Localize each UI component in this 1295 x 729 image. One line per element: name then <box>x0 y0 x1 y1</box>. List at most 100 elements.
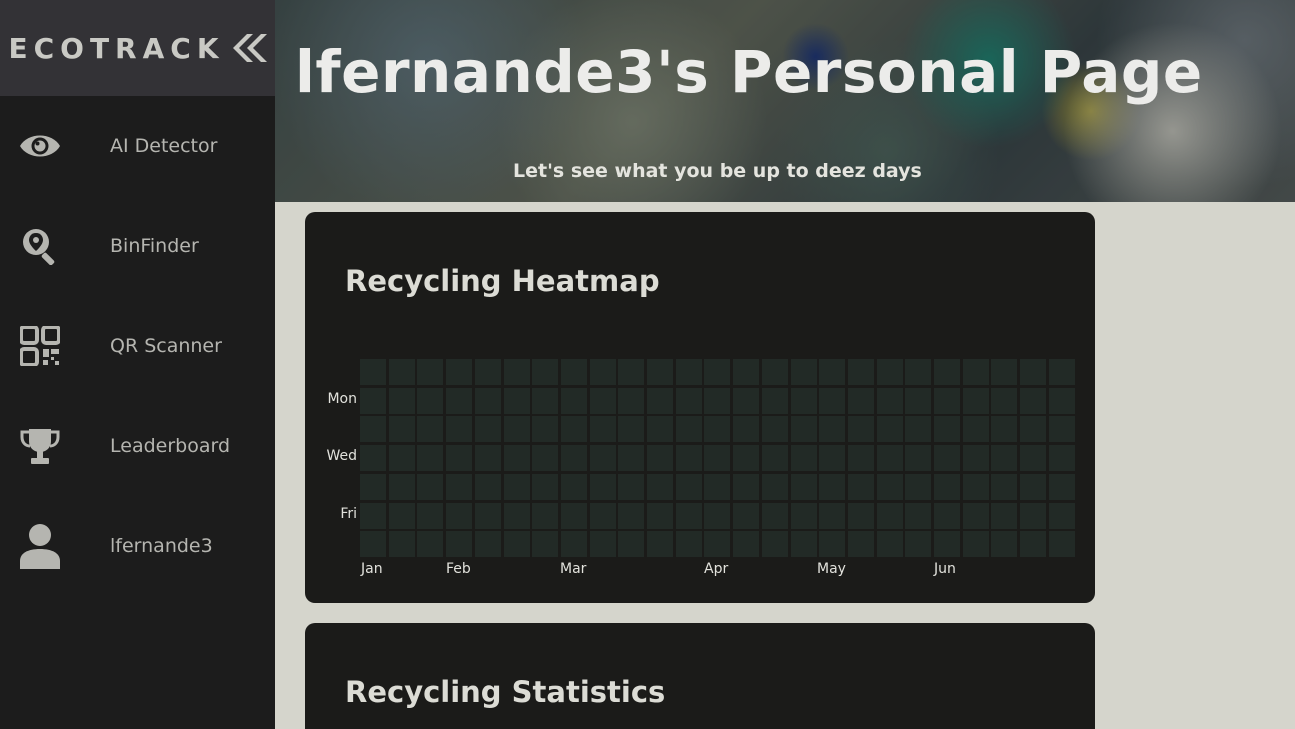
heatmap-cell[interactable] <box>761 445 788 472</box>
heatmap-cell[interactable] <box>532 359 559 385</box>
heatmap-cell[interactable] <box>589 359 616 385</box>
heatmap-cell[interactable] <box>560 359 587 385</box>
heatmap-cell[interactable] <box>704 502 731 529</box>
heatmap-cell[interactable] <box>417 416 444 443</box>
heatmap-cell[interactable] <box>675 359 702 385</box>
heatmap-cell[interactable] <box>647 416 673 443</box>
heatmap-cell[interactable] <box>360 531 386 558</box>
heatmap-cell[interactable] <box>876 359 903 385</box>
heatmap-cell[interactable] <box>761 359 788 385</box>
heatmap-cell[interactable] <box>647 359 673 385</box>
heatmap-cell[interactable] <box>704 531 731 558</box>
heatmap-cell[interactable] <box>560 416 587 443</box>
heatmap-cell[interactable] <box>847 445 874 472</box>
heatmap-cell[interactable] <box>761 416 788 443</box>
heatmap-cell[interactable] <box>905 445 932 472</box>
heatmap-cell[interactable] <box>675 445 702 472</box>
heatmap-cell[interactable] <box>474 531 501 558</box>
heatmap-cell[interactable] <box>360 416 386 443</box>
sidebar-item-profile[interactable]: lfernande3 <box>0 496 275 596</box>
heatmap-cell[interactable] <box>446 445 473 472</box>
heatmap-cell[interactable] <box>704 473 731 500</box>
heatmap-cell[interactable] <box>360 359 386 385</box>
heatmap-cell[interactable] <box>589 502 616 529</box>
heatmap-cell[interactable] <box>417 531 444 558</box>
heatmap-cell[interactable] <box>589 473 616 500</box>
heatmap-cell[interactable] <box>991 502 1018 529</box>
heatmap-cell[interactable] <box>589 445 616 472</box>
heatmap-cell[interactable] <box>819 502 846 529</box>
heatmap-cell[interactable] <box>388 416 415 443</box>
heatmap-cell[interactable] <box>790 445 817 472</box>
heatmap-cell[interactable] <box>876 445 903 472</box>
heatmap-cell[interactable] <box>503 359 530 385</box>
heatmap-cell[interactable] <box>446 531 473 558</box>
heatmap-cell[interactable] <box>1020 473 1047 500</box>
heatmap-cell[interactable] <box>560 502 587 529</box>
heatmap-cell[interactable] <box>733 359 760 385</box>
heatmap-cell[interactable] <box>647 531 673 558</box>
heatmap-cell[interactable] <box>503 416 530 443</box>
heatmap-cell[interactable] <box>1048 416 1075 443</box>
heatmap-cell[interactable] <box>1020 387 1047 414</box>
heatmap-cell[interactable] <box>618 502 645 529</box>
heatmap-cell[interactable] <box>962 531 989 558</box>
heatmap-cell[interactable] <box>503 473 530 500</box>
heatmap-cell[interactable] <box>704 387 731 414</box>
heatmap-cell[interactable] <box>1020 445 1047 472</box>
sidebar-item-binfinder[interactable]: BinFinder <box>0 196 275 296</box>
heatmap-cell[interactable] <box>417 445 444 472</box>
heatmap-cell[interactable] <box>560 387 587 414</box>
heatmap-cell[interactable] <box>675 473 702 500</box>
sidebar-item-qr-scanner[interactable]: QR Scanner <box>0 296 275 396</box>
heatmap-cell[interactable] <box>934 531 960 558</box>
heatmap-cell[interactable] <box>1048 473 1075 500</box>
heatmap-cell[interactable] <box>474 359 501 385</box>
heatmap-cell[interactable] <box>589 531 616 558</box>
heatmap-cell[interactable] <box>388 359 415 385</box>
heatmap-cell[interactable] <box>360 445 386 472</box>
heatmap-cell[interactable] <box>474 445 501 472</box>
heatmap-cell[interactable] <box>733 387 760 414</box>
heatmap-cell[interactable] <box>876 387 903 414</box>
heatmap-cell[interactable] <box>503 502 530 529</box>
heatmap-cell[interactable] <box>790 387 817 414</box>
heatmap-cell[interactable] <box>675 416 702 443</box>
heatmap-cell[interactable] <box>618 473 645 500</box>
logo[interactable]: ECOTRACK <box>0 0 275 96</box>
heatmap-cell[interactable] <box>991 445 1018 472</box>
heatmap-cell[interactable] <box>360 502 386 529</box>
heatmap-cell[interactable] <box>618 387 645 414</box>
heatmap-cell[interactable] <box>1048 531 1075 558</box>
heatmap-cell[interactable] <box>819 387 846 414</box>
heatmap-cell[interactable] <box>388 445 415 472</box>
heatmap-cell[interactable] <box>532 445 559 472</box>
heatmap-cell[interactable] <box>790 473 817 500</box>
heatmap-cell[interactable] <box>647 387 673 414</box>
heatmap-cell[interactable] <box>417 359 444 385</box>
heatmap-cell[interactable] <box>1048 359 1075 385</box>
heatmap-cell[interactable] <box>905 359 932 385</box>
heatmap-cell[interactable] <box>991 387 1018 414</box>
heatmap-cell[interactable] <box>532 502 559 529</box>
heatmap-cell[interactable] <box>790 416 817 443</box>
heatmap-cell[interactable] <box>446 502 473 529</box>
heatmap-cell[interactable] <box>733 473 760 500</box>
heatmap-cell[interactable] <box>589 416 616 443</box>
heatmap-cell[interactable] <box>934 473 960 500</box>
heatmap-cell[interactable] <box>761 531 788 558</box>
heatmap-cell[interactable] <box>905 416 932 443</box>
heatmap-cell[interactable] <box>618 359 645 385</box>
heatmap-cell[interactable] <box>733 502 760 529</box>
heatmap-cell[interactable] <box>360 473 386 500</box>
heatmap-cell[interactable] <box>847 416 874 443</box>
heatmap-cell[interactable] <box>446 387 473 414</box>
heatmap-cell[interactable] <box>532 473 559 500</box>
heatmap-cell[interactable] <box>876 502 903 529</box>
heatmap-cell[interactable] <box>360 387 386 414</box>
heatmap-cell[interactable] <box>819 359 846 385</box>
heatmap-cell[interactable] <box>847 531 874 558</box>
heatmap-cell[interactable] <box>560 445 587 472</box>
heatmap-cell[interactable] <box>1020 359 1047 385</box>
heatmap-cell[interactable] <box>704 445 731 472</box>
